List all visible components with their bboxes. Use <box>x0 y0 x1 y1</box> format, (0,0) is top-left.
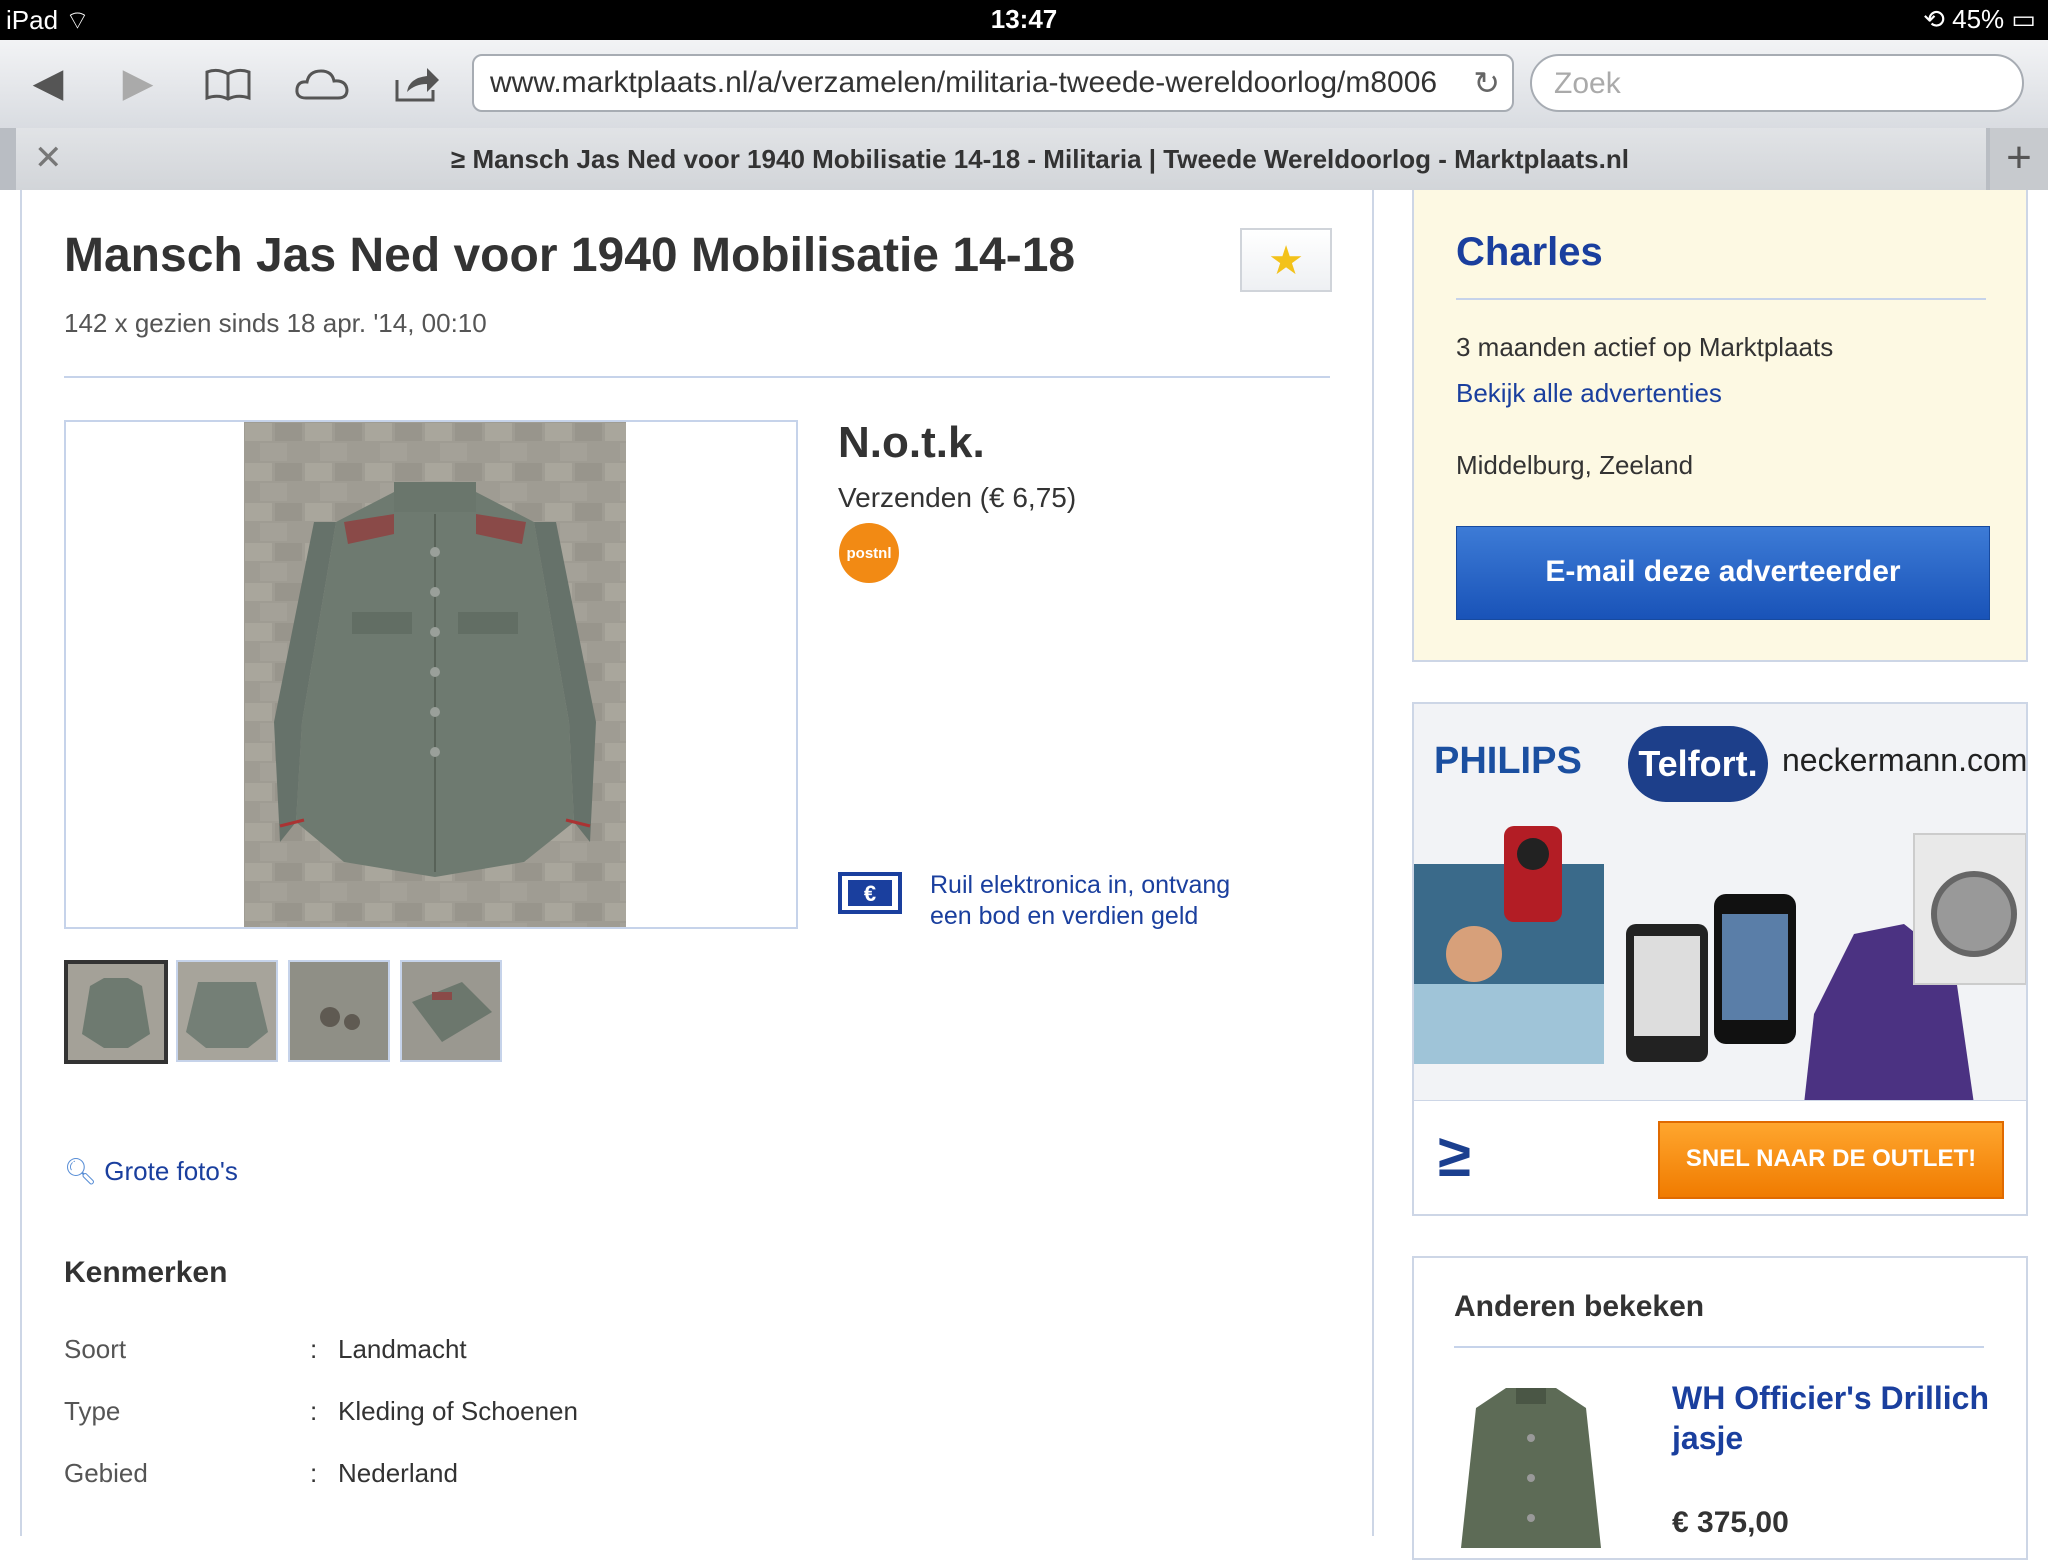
feature-label: Gebied <box>64 1458 148 1488</box>
cloud-icon <box>295 69 349 100</box>
url-text: www.marktplaats.nl/a/verzamelen/militari… <box>490 66 1438 99</box>
rotation-lock-icon: ⟲ <box>1923 4 1945 34</box>
collar-thumbnail <box>402 962 500 1060</box>
share-icon <box>395 68 439 102</box>
browser-toolbar: ◀ ▶ www.marktplaats.nl/a/verzamelen/mili… <box>0 40 2048 129</box>
all-ads-link[interactable]: Bekijk alle advertenties <box>1456 378 1722 409</box>
other-item-price: € 375,00 <box>1672 1506 1789 1539</box>
bookmarks-button[interactable] <box>200 58 256 108</box>
others-viewed-heading: Anderen bekeken <box>1454 1290 1705 1323</box>
svg-text:€: € <box>864 881 876 906</box>
address-bar[interactable]: www.marktplaats.nl/a/verzamelen/militari… <box>472 54 1514 112</box>
thumbnail-2[interactable] <box>176 960 278 1062</box>
listing-column: Mansch Jas Ned voor 1940 Mobilisatie 14-… <box>20 190 1374 1536</box>
outlet-button[interactable]: SNEL NAAR DE OUTLET! <box>1658 1121 2004 1199</box>
forward-button[interactable]: ▶ <box>110 58 166 108</box>
banner-ad[interactable]: PHILIPS Telfort. neckermann.com ≥ SNEL N… <box>1412 702 2028 1216</box>
page-content: Mansch Jas Ned voor 1940 Mobilisatie 14-… <box>0 190 2048 1560</box>
thumbnail-1[interactable] <box>64 960 168 1064</box>
neckermann-logo: neckermann.com <box>1782 742 2028 778</box>
feature-label: Soort <box>64 1334 127 1364</box>
jacket-back-thumbnail <box>178 962 276 1060</box>
main-photo[interactable] <box>244 422 626 927</box>
products-illustration <box>1414 826 2026 1100</box>
star-icon: ★ <box>1268 239 1304 283</box>
back-button[interactable]: ◀ <box>20 58 76 108</box>
thumbnail-4[interactable] <box>400 960 502 1062</box>
divider <box>1454 1346 1984 1348</box>
divider <box>64 376 1330 378</box>
others-viewed-box: Anderen bekeken WH Officier's Drillich j… <box>1412 1256 2028 1560</box>
philips-logo: PHILIPS <box>1434 740 1582 782</box>
insignia-thumbnail <box>290 962 388 1060</box>
main-photo-frame[interactable] <box>64 420 798 929</box>
svg-text:postnl: postnl <box>847 545 892 562</box>
divider <box>1456 298 1986 300</box>
listing-title: Mansch Jas Ned voor 1940 Mobilisatie 14-… <box>64 229 1076 282</box>
search-field[interactable] <box>1530 54 2024 112</box>
book-icon <box>205 68 251 101</box>
ad-footer: ≥ SNEL NAAR DE OUTLET! <box>1414 1100 2026 1214</box>
other-item-title[interactable]: WH Officier's Drillich jasje <box>1672 1378 2002 1458</box>
ad-arrow-logo: ≥ <box>1438 1122 1471 1189</box>
feature-value: Kleding of Schoenen <box>338 1396 578 1426</box>
shipping-info: Verzenden (€ 6,75) <box>838 482 1077 513</box>
share-button[interactable] <box>390 58 446 108</box>
telfort-logo: Telfort. <box>1628 726 1768 802</box>
icloud-tabs-button[interactable] <box>294 58 350 108</box>
view-count: 142 x gezien sinds 18 apr. '14, 00:10 <box>64 308 487 338</box>
reload-icon[interactable]: ↻ <box>1473 64 1500 102</box>
jacket-thumbnail <box>68 964 164 1060</box>
other-item-photo[interactable] <box>1456 1378 1606 1548</box>
trade-in-link[interactable]: Ruil elektronica in, ontvang een bod en … <box>930 870 1260 932</box>
email-seller-button[interactable]: E-mail deze adverteerder <box>1456 526 1990 620</box>
feature-value: Landmacht <box>338 1334 467 1364</box>
battery-indicator: ⟲ 45% ▭ <box>1923 4 2036 34</box>
features-heading: Kenmerken <box>64 1256 228 1289</box>
large-photos-link[interactable]: 🔍︎ Grote foto's <box>64 1156 238 1187</box>
trade-in-promo[interactable]: € Ruil elektronica in, ontvang een bod e… <box>838 870 1230 930</box>
magnifier-icon: 🔍︎ <box>64 1156 98 1186</box>
feature-value: Nederland <box>338 1458 458 1488</box>
seller-location: Middelburg, Zeeland <box>1456 450 1694 480</box>
seller-box: Charles 3 maanden actief op Marktplaats … <box>1412 190 2028 662</box>
postnl-logo: postnl <box>838 522 900 584</box>
feature-label: Type <box>64 1396 121 1426</box>
active-tab[interactable]: ✕ ≥ Mansch Jas Ned voor 1940 Mobilisatie… <box>16 128 1986 190</box>
seller-activity: 3 maanden actief op Marktplaats <box>1456 332 1834 362</box>
price: N.o.t.k. <box>838 418 985 467</box>
battery-icon: ▭ <box>2011 4 2036 34</box>
clock: 13:47 <box>990 4 1058 34</box>
status-bar: iPad ⌔ 13:47 ⟲ 45% ▭ <box>0 0 2048 40</box>
tab-title: ≥ Mansch Jas Ned voor 1940 Mobilisatie 1… <box>451 144 1629 174</box>
euro-note-icon: € <box>838 872 902 914</box>
thumbnail-3[interactable] <box>288 960 390 1062</box>
search-input[interactable] <box>1552 66 1996 102</box>
new-tab-button[interactable]: + <box>1990 128 2048 190</box>
seller-name[interactable]: Charles <box>1456 230 1603 275</box>
jacket-photo <box>244 422 626 927</box>
tab-bar: ✕ ≥ Mansch Jas Ned voor 1940 Mobilisatie… <box>0 128 2048 190</box>
favorite-button[interactable]: ★ <box>1240 228 1332 292</box>
